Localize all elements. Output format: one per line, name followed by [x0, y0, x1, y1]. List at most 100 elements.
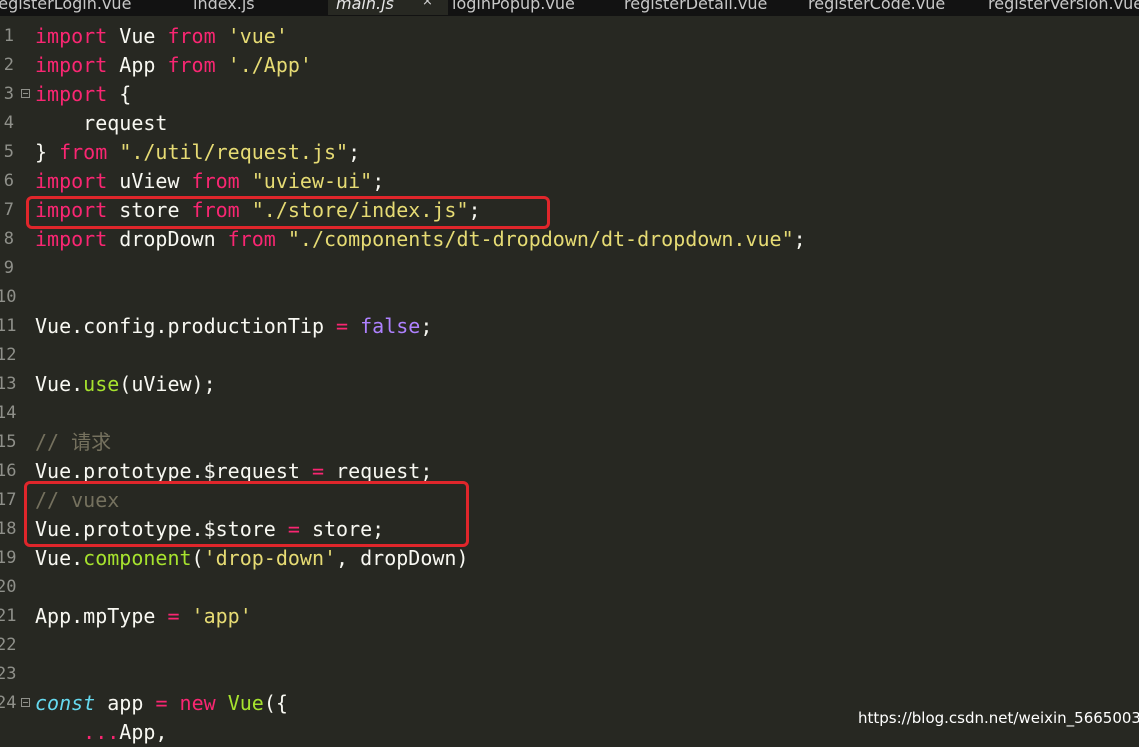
code-token: 'drop-down'	[203, 546, 337, 570]
line-number: 16	[0, 461, 17, 481]
code-token: App,	[119, 720, 168, 744]
line-number: 13	[0, 374, 17, 394]
code-token: =	[155, 691, 168, 715]
code-line: 6 import uView from "uview-ui";	[0, 167, 1139, 196]
highlight-box-store-import	[26, 196, 550, 229]
tab-registerCode[interactable]: registerCode.vue	[808, 0, 945, 15]
code-token: 'vue'	[227, 24, 288, 48]
code-token: import	[35, 53, 108, 77]
fold-toggle-icon[interactable]	[21, 698, 30, 707]
line-number: 3	[3, 84, 14, 104]
tab-registerDetail[interactable]: registerDetail.vue	[624, 0, 767, 15]
code-token: ...	[83, 720, 120, 744]
code-token: "./util/request.js"	[119, 140, 349, 164]
code-token: Vue.config.productionTip	[35, 314, 337, 338]
line-number: 19	[0, 548, 17, 568]
line-number: 2	[3, 55, 14, 75]
tab-registerVersion[interactable]: registerVersion.vue	[988, 0, 1139, 15]
code-token: './App'	[227, 53, 312, 77]
line-number: 22	[0, 635, 17, 655]
line-number: 17	[0, 490, 17, 510]
code-text: import {	[35, 80, 131, 109]
code-token: App	[107, 53, 168, 77]
code-line: 3 import {	[0, 80, 1139, 109]
line-number: 15	[0, 432, 17, 452]
code-line: 8 import dropDown from "./components/dt-d…	[0, 225, 1139, 254]
code-token: app	[95, 691, 156, 715]
code-line: 23	[0, 660, 1139, 689]
tab-registerLogin[interactable]: registerLogin.vue	[0, 0, 131, 15]
code-token: "./components/dt-dropdown/dt-dropdown.vu…	[287, 227, 794, 251]
code-token: import	[35, 24, 108, 48]
tab-bar: registerLogin.vue index.js main.js × log…	[0, 0, 1139, 16]
code-token: Vue.	[35, 372, 84, 396]
line-number: 14	[0, 403, 17, 423]
code-line: 5 } from "./util/request.js";	[0, 138, 1139, 167]
code-token: ;	[372, 169, 385, 193]
tab-loginPopup[interactable]: loginPopup.vue	[452, 0, 575, 15]
close-icon[interactable]: ×	[422, 0, 433, 9]
highlight-box-vuex-prototype	[24, 481, 469, 547]
code-token: App.mpType	[35, 604, 168, 628]
code-token: ;	[793, 227, 806, 251]
code-line: 9	[0, 254, 1139, 283]
code-text: import Vue from 'vue'	[35, 22, 288, 51]
fold-toggle-icon[interactable]	[21, 89, 30, 98]
code-token: import	[35, 227, 108, 251]
code-editor[interactable]: 1 import Vue from 'vue' 2 import App from '…	[0, 22, 1139, 744]
code-text: request	[35, 109, 167, 138]
code-token: =	[311, 459, 324, 483]
line-number: 20	[0, 577, 17, 597]
code-text: import dropDown from "./components/dt-dr…	[35, 225, 806, 254]
code-token: new	[179, 691, 216, 715]
line-number: 5	[3, 142, 14, 162]
code-line: 2 import App from './App'	[0, 51, 1139, 80]
code-token: use	[83, 372, 120, 396]
code-token: const	[35, 691, 96, 715]
line-number: 9	[3, 258, 14, 278]
code-token: import	[35, 169, 108, 193]
line-number: 4	[3, 113, 14, 133]
code-line: 15 // 请求	[0, 428, 1139, 457]
code-line: 20	[0, 573, 1139, 602]
code-token: component	[83, 546, 192, 570]
code-text: App.mpType = 'app'	[35, 602, 252, 631]
code-token: from	[167, 24, 216, 48]
code-line: 22	[0, 631, 1139, 660]
code-token: import	[35, 82, 108, 106]
tab-index-js[interactable]: index.js	[193, 0, 255, 15]
code-text: Vue.use(uView);	[35, 370, 216, 399]
code-text: } from "./util/request.js";	[35, 138, 360, 167]
line-number: 18	[0, 519, 17, 539]
code-token: request	[35, 111, 168, 135]
code-line: 13 Vue.use(uView);	[0, 370, 1139, 399]
code-line: 10	[0, 283, 1139, 312]
line-number: 1	[3, 26, 14, 46]
code-token: Vue.	[35, 546, 84, 570]
code-text: Vue.component('drop-down', dropDown)	[35, 544, 469, 573]
code-line: 11 Vue.config.productionTip = false;	[0, 312, 1139, 341]
watermark: https://blog.csdn.net/weixin_56650035	[858, 709, 1139, 727]
code-line: 1 import Vue from 'vue'	[0, 22, 1139, 51]
code-line: 4 request	[0, 109, 1139, 138]
line-number: 8	[3, 229, 14, 249]
code-token: (uView);	[119, 372, 216, 396]
line-number: 7	[3, 200, 14, 220]
code-token: =	[167, 604, 180, 628]
code-text: Vue.config.productionTip = false;	[35, 312, 432, 341]
code-token: }	[35, 140, 60, 164]
code-token: uView	[107, 169, 192, 193]
line-number: 6	[3, 171, 14, 191]
code-token: request;	[324, 459, 433, 483]
code-text: const app = new Vue({	[35, 689, 288, 718]
code-text: ...App,	[35, 718, 167, 747]
code-token: Vue.prototype.$request	[35, 459, 312, 483]
line-number: 23	[0, 664, 17, 684]
